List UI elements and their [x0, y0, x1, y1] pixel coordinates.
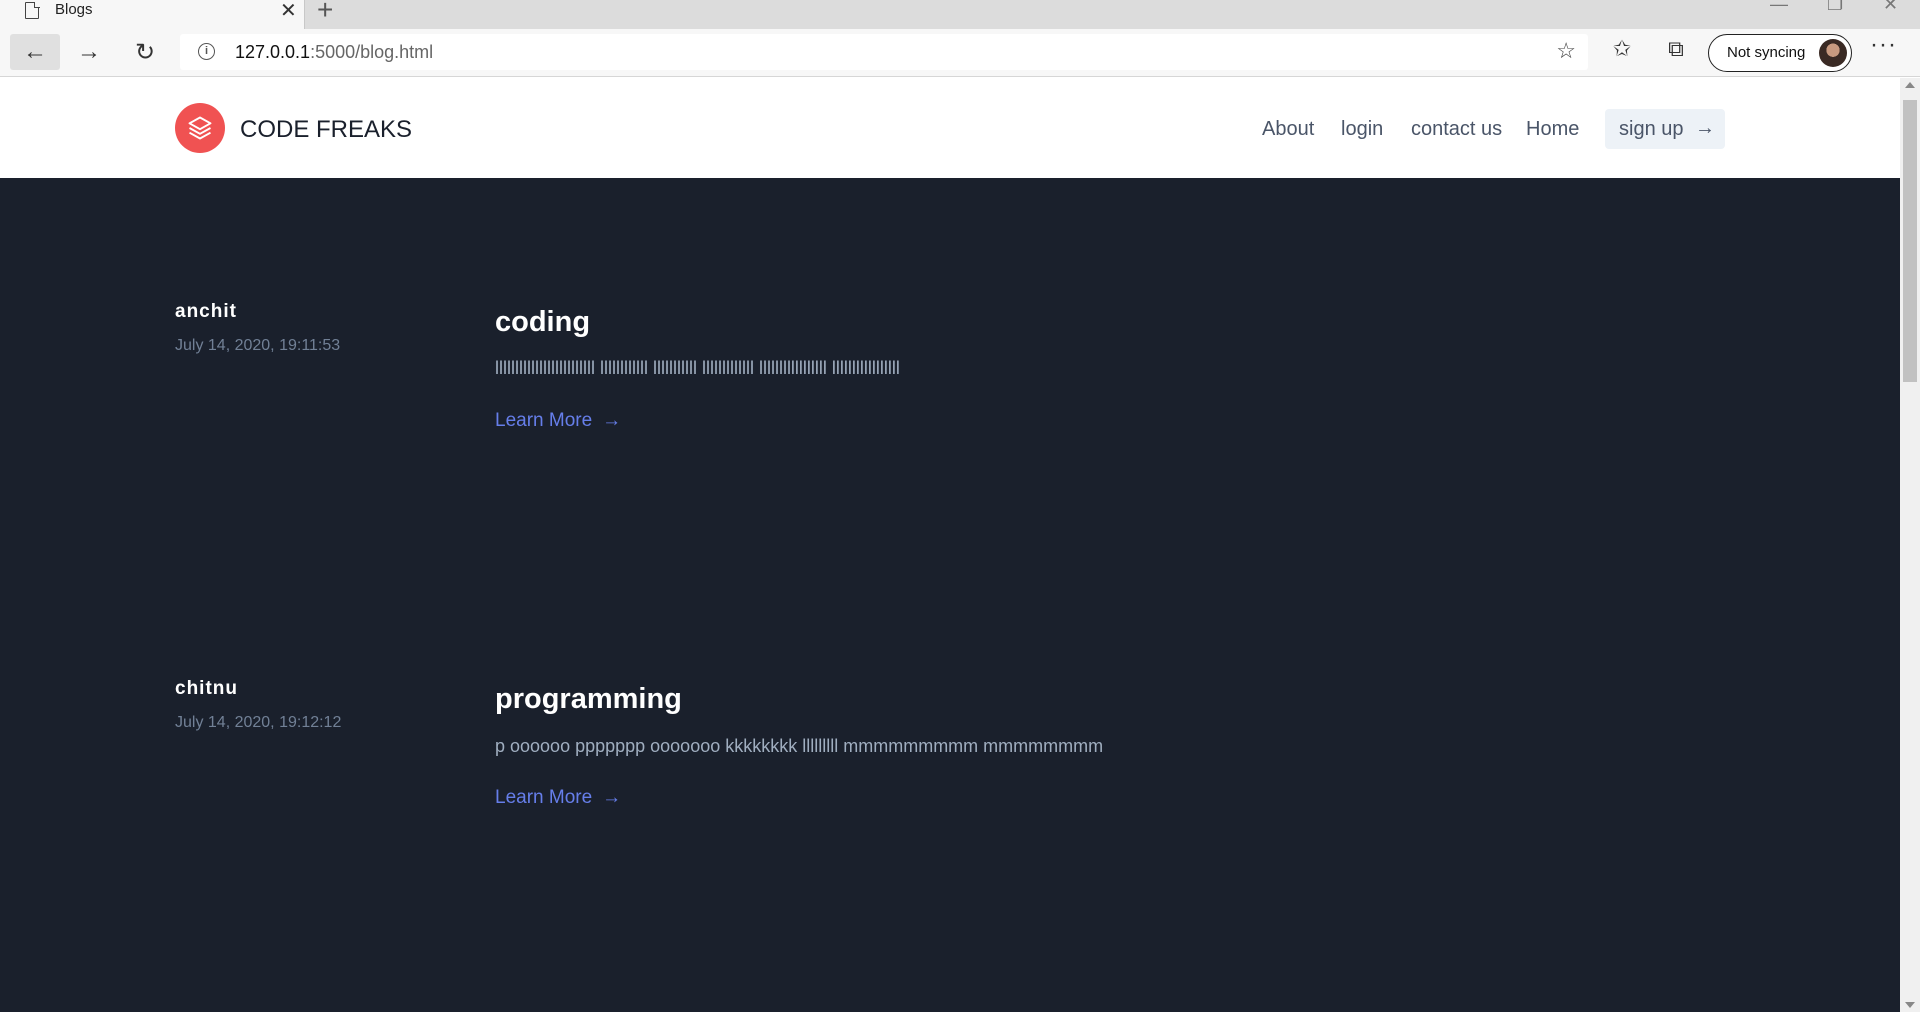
forward-arrow-icon: →	[77, 38, 101, 65]
post-date: July 14, 2020, 19:12:12	[175, 714, 342, 731]
url-host: 127.0.0.1	[235, 42, 311, 62]
post-author: chitnu	[175, 678, 238, 699]
site-header: CODE FREAKS About login contact us Home …	[0, 78, 1900, 178]
vertical-scrollbar[interactable]	[1900, 78, 1920, 1012]
restore-icon[interactable]: ❐	[1827, 0, 1843, 15]
close-tab-icon[interactable]: ✕	[280, 0, 297, 23]
forward-button[interactable]: →	[64, 34, 114, 70]
post-author: anchit	[175, 301, 237, 322]
browser-tab[interactable]: Blogs ✕	[0, 0, 305, 29]
arrow-right-icon: →	[602, 410, 622, 431]
brand-name[interactable]: CODE FREAKS	[240, 116, 412, 144]
url-text[interactable]: 127.0.0.1:5000/blog.html	[235, 42, 433, 63]
page-viewport: CODE FREAKS About login contact us Home …	[0, 78, 1900, 1012]
window-close-icon[interactable]: ✕	[1883, 0, 1898, 15]
nav-about[interactable]: About	[1262, 118, 1314, 141]
nav-home[interactable]: Home	[1526, 118, 1579, 141]
back-button[interactable]: ←	[10, 34, 60, 70]
url-path: :5000/blog.html	[310, 42, 434, 62]
address-bar[interactable]: i 127.0.0.1:5000/blog.html ☆	[180, 34, 1588, 70]
post-title: programming	[495, 683, 682, 715]
refresh-icon: ↻	[134, 38, 156, 66]
favorites-list-icon[interactable]: ✩	[1606, 36, 1638, 62]
scroll-up-icon[interactable]	[1905, 82, 1915, 88]
post-title: coding	[495, 306, 591, 338]
arrow-right-icon: →	[602, 787, 622, 808]
favorite-star-icon[interactable]: ☆	[1556, 38, 1576, 64]
learn-more-link[interactable]: Learn More →	[495, 410, 621, 432]
nav-contact-us[interactable]: contact us	[1411, 118, 1502, 141]
scroll-down-icon[interactable]	[1905, 1002, 1915, 1008]
logo[interactable]	[175, 103, 225, 153]
info-icon[interactable]: i	[198, 43, 215, 60]
signup-button[interactable]: sign up →	[1605, 109, 1725, 149]
layers-icon	[188, 116, 212, 140]
learn-more-label: Learn More	[495, 410, 593, 431]
tab-title: Blogs	[55, 1, 93, 18]
page-icon	[25, 1, 40, 19]
browser-tabstrip: Blogs ✕ + — ❐ ✕	[0, 0, 1920, 29]
scrollbar-thumb[interactable]	[1903, 100, 1917, 382]
back-arrow-icon: ←	[23, 38, 47, 65]
arrow-right-icon: →	[1695, 117, 1715, 139]
collections-icon[interactable]: ⧉	[1660, 36, 1692, 62]
minimize-icon[interactable]: —	[1770, 0, 1788, 15]
signup-label: sign up	[1619, 118, 1684, 140]
avatar	[1819, 39, 1847, 67]
refresh-button[interactable]: ↻	[120, 34, 170, 70]
learn-more-label: Learn More	[495, 787, 593, 808]
sync-status-label: Not syncing	[1727, 44, 1806, 61]
new-tab-icon[interactable]: +	[317, 0, 333, 26]
post-body: lllllllllllllllllllllllll llllllllllll l…	[495, 358, 900, 378]
learn-more-link[interactable]: Learn More →	[495, 787, 621, 809]
post-body: p oooooo ppppppp ooooooo kkkkkkkk llllll…	[495, 736, 1104, 756]
nav-login[interactable]: login	[1341, 118, 1383, 141]
more-options-icon[interactable]: ···	[1870, 31, 1897, 59]
browser-toolbar: ← → ↻ i 127.0.0.1:5000/blog.html ☆ ✩ ⧉ N…	[0, 29, 1920, 77]
profile-sync-button[interactable]: Not syncing	[1708, 34, 1852, 72]
post-date: July 14, 2020, 19:11:53	[175, 337, 341, 354]
